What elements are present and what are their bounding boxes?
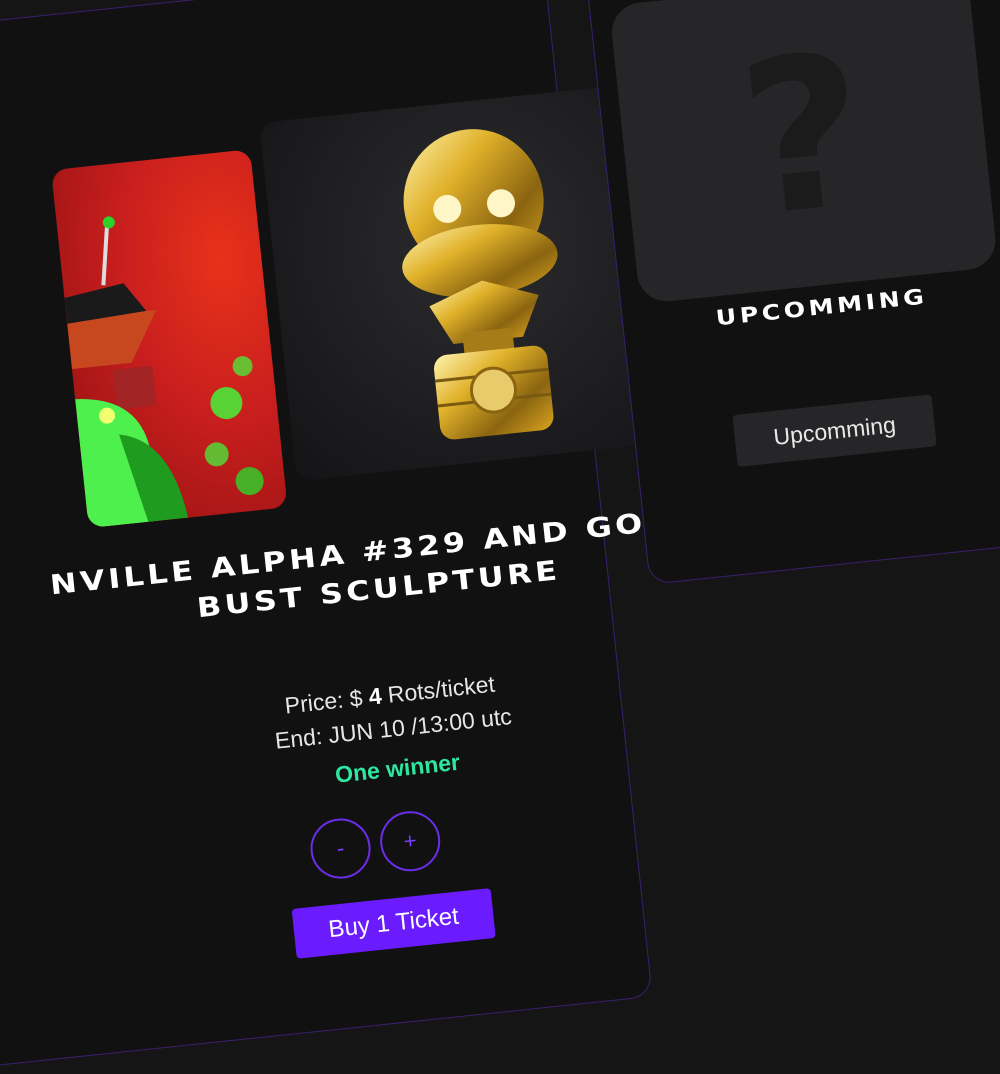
- price-value: 4: [367, 682, 383, 710]
- upcoming-placeholder-image: ?: [608, 0, 999, 305]
- question-mark-icon: ?: [730, 7, 877, 264]
- frog-nft-art: [54, 216, 264, 529]
- frog-nft-image: [51, 149, 288, 529]
- price-prefix: Price: $: [283, 684, 364, 719]
- raffle-board: nville alpha #329 and gold bust sculptur…: [0, 0, 1000, 1074]
